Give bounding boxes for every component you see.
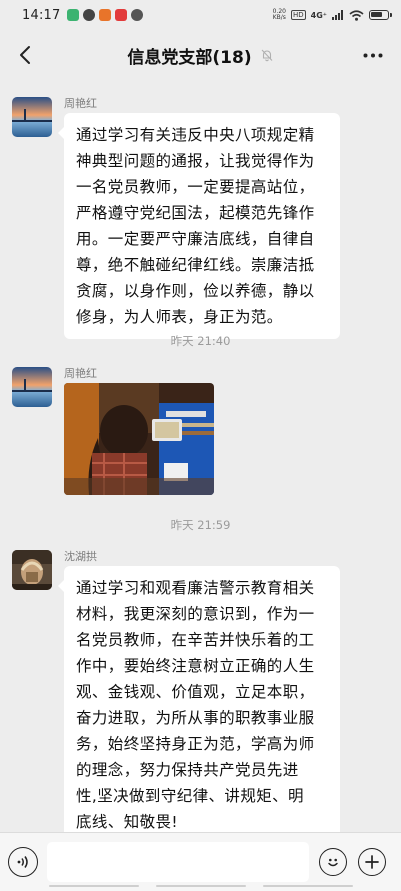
status-right: 0.20 KB/s HD 4G⁺ bbox=[273, 9, 392, 21]
back-button[interactable] bbox=[10, 40, 40, 70]
hd-badge: HD bbox=[290, 10, 306, 20]
chat-title: 信息党支部(18) bbox=[127, 47, 252, 68]
more-button[interactable] bbox=[359, 42, 387, 68]
sender-name: 沈湖拱 bbox=[64, 550, 97, 563]
avatar[interactable] bbox=[12, 550, 52, 590]
message-body: 周艳红 通过学习有关违反中央八项规定精 神典型问题的通报，让我觉得作为 一名党员… bbox=[58, 97, 340, 339]
mute-bell-icon bbox=[261, 49, 272, 62]
avatar-image-icon bbox=[12, 97, 52, 137]
message-body: 周艳红 bbox=[64, 367, 214, 495]
message-item: 周艳红 bbox=[12, 367, 214, 495]
message-input[interactable] bbox=[47, 842, 309, 882]
app-notification-icon bbox=[67, 9, 80, 21]
emoji-button[interactable] bbox=[319, 848, 347, 876]
back-arrow-icon bbox=[20, 46, 30, 64]
timestamp: 昨天 21:40 bbox=[170, 334, 231, 348]
photo-image-icon bbox=[64, 383, 214, 495]
app-notification-icon bbox=[99, 9, 112, 21]
app-notification-icon bbox=[83, 9, 96, 21]
message-item: 周艳红 通过学习有关违反中央八项规定精 神典型问题的通报，让我觉得作为 一名党员… bbox=[12, 97, 340, 339]
home-indicator bbox=[0, 885, 401, 888]
avatar-image-icon bbox=[12, 367, 52, 407]
status-time: 14:17 bbox=[22, 7, 61, 23]
app-notification-icon bbox=[115, 9, 128, 21]
timestamp: 昨天 21:59 bbox=[170, 518, 231, 532]
message-bubble[interactable]: 通过学习有关违反中央八项规定精 神典型问题的通报，让我觉得作为 一名党员教师，一… bbox=[58, 113, 340, 339]
title-wrap: 信息党支部(18) bbox=[127, 43, 273, 68]
avatar-image-icon bbox=[12, 550, 52, 590]
voice-button[interactable] bbox=[8, 847, 38, 877]
net-speed: 0.20 KB/s bbox=[273, 9, 286, 21]
voice-icon bbox=[17, 856, 28, 868]
notification-icons bbox=[67, 9, 144, 21]
net-speed-unit: KB/s bbox=[272, 14, 286, 21]
more-dots-icon bbox=[363, 53, 383, 57]
avatar[interactable] bbox=[12, 97, 52, 137]
signal-label: 4G⁺ bbox=[310, 10, 327, 20]
plus-button[interactable] bbox=[358, 848, 386, 876]
input-bar bbox=[0, 832, 401, 891]
chat-header: 信息党支部(18) bbox=[0, 30, 401, 80]
avatar[interactable] bbox=[12, 367, 52, 407]
status-bar: 14:17 0.20 KB/s HD 4G⁺ bbox=[0, 0, 401, 30]
sender-name: 周艳红 bbox=[64, 97, 97, 110]
message-body: 沈湖拱 通过学习和观看廉洁警示教育相关 材料，我更深刻的意识到，作为一 名党员教… bbox=[58, 550, 340, 844]
signal-bars-icon bbox=[332, 10, 343, 20]
emoji-icon bbox=[328, 858, 338, 867]
sender-name: 周艳红 bbox=[64, 367, 97, 380]
wifi-icon bbox=[349, 9, 364, 21]
chat-bubble-icon bbox=[131, 9, 144, 21]
photo-message[interactable] bbox=[64, 383, 214, 495]
message-bubble[interactable]: 通过学习和观看廉洁警示教育相关 材料，我更深刻的意识到，作为一 名党员教师，在辛… bbox=[58, 566, 340, 844]
plus-icon bbox=[365, 855, 379, 869]
message-item: 沈湖拱 通过学习和观看廉洁警示教育相关 材料，我更深刻的意识到，作为一 名党员教… bbox=[12, 550, 340, 844]
battery-icon bbox=[369, 10, 392, 20]
